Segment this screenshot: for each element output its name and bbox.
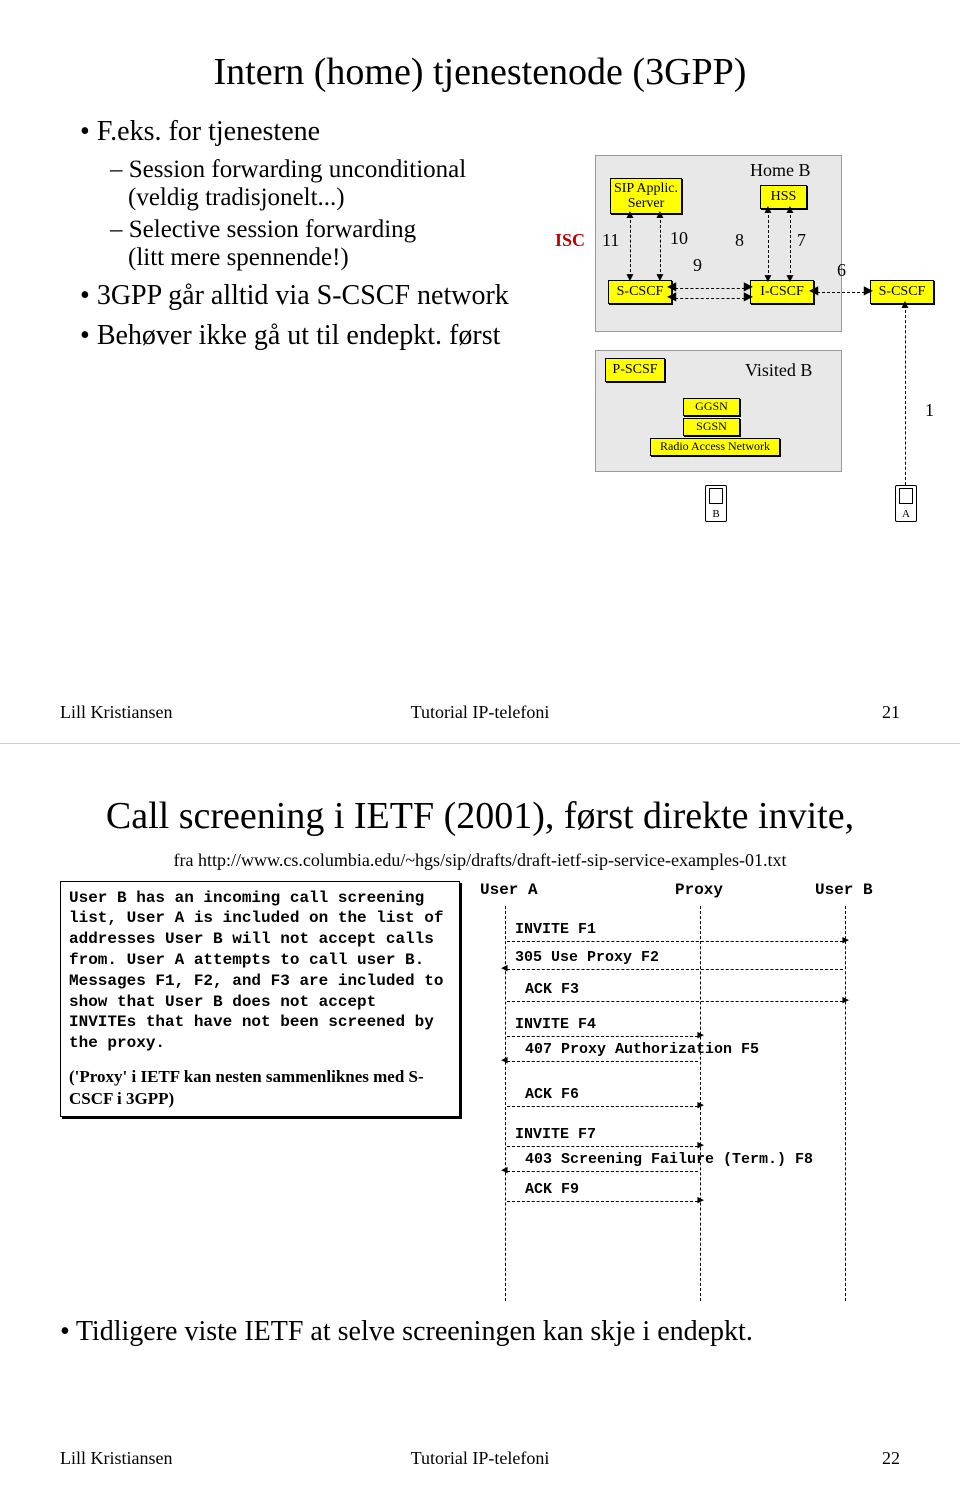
slide-2: Call screening i IETF (2001), først dire… [0,744,960,1489]
slide1-bullets: F.eks. for tjenestene Session forwarding… [80,116,560,352]
lifeline-b [845,906,846,1301]
slide1-footer: Lill Kristiansen Tutorial IP-telefoni 21 [60,702,900,723]
arrow [507,1171,698,1172]
arrow [675,288,745,289]
ran-box: Radio Access Network [650,438,780,456]
note-text: ('Proxy' i IETF kan nesten sammenliknes … [69,1066,451,1110]
sequence-diagram: User A Proxy User B INVITE F1 305 Use Pr… [475,881,900,1301]
slide1-diagram: ISC Home B Visited B SIP Applic. Server … [535,140,935,570]
slide2-subtitle: fra http://www.cs.columbia.edu/~hgs/sip/… [60,850,900,871]
num-10: 10 [670,228,688,249]
sgsn-box: SGSN [683,418,740,436]
sub-bullet: Selective session forwarding(litt mere s… [110,216,560,272]
arrow [507,1061,698,1062]
sub-bullet: Session forwarding unconditional(veldig … [110,156,560,212]
phone-a-icon: A [895,485,917,522]
visited-b-label: Visited B [745,360,812,381]
num-1: 1 [925,400,934,421]
num-7: 7 [797,230,806,251]
isc-label: ISC [555,230,585,251]
arrow [507,1001,843,1002]
arrow [675,298,745,299]
seq-user-a: User A [480,881,538,899]
p-scsf-box: P-SCSF [605,358,665,382]
arrow [790,210,791,278]
arrow [507,1106,698,1107]
slide2-footer: Lill Kristiansen Tutorial IP-telefoni 22 [60,1448,900,1469]
bullet: F.eks. for tjenestene [80,116,560,148]
sip-applic-server-box: SIP Applic. Server [610,178,682,214]
slide2-textbox: User B has an incoming call screening li… [60,881,460,1301]
arrow [507,1036,698,1037]
slide2-body: User B has an incoming call screening li… [60,881,900,1301]
msg-ack-f9: ACK F9 [525,1181,579,1198]
arrow [507,1201,698,1202]
arrow [507,941,843,942]
msg-305-f2: 305 Use Proxy F2 [515,949,659,966]
msg-ack-f6: ACK F6 [525,1086,579,1103]
msg-invite-f7: INVITE F7 [515,1126,596,1143]
bullet: Behøver ikke gå ut til endepkt. først [80,320,560,352]
arrow [817,292,865,293]
arrow [768,210,769,278]
slide-1: Intern (home) tjenestenode (3GPP) F.eks.… [0,0,960,744]
msg-invite-f1: INVITE F1 [515,921,596,938]
i-cscf-box: I-CSCF [750,280,814,304]
slide2-title: Call screening i IETF (2001), først dire… [60,794,900,840]
footer-center: Tutorial IP-telefoni [60,702,900,723]
arrow [660,215,661,277]
msg-ack-f3: ACK F3 [525,981,579,998]
seq-proxy: Proxy [675,881,723,899]
num-9: 9 [693,255,702,276]
slide2-conclusion: Tidligere viste IETF at selve screeninge… [60,1316,900,1348]
home-b-label: Home B [750,160,811,181]
msg-407-f5: 407 Proxy Authorization F5 [525,1041,759,1058]
num-11: 11 [602,230,619,251]
arrow [507,1146,698,1147]
num-6: 6 [837,260,846,281]
arrow [630,215,631,277]
arrow [905,305,906,490]
footer-center: Tutorial IP-telefoni [60,1448,900,1469]
description-text: User B has an incoming call screening li… [69,888,451,1054]
msg-403-f8: 403 Screening Failure (Term.) F8 [525,1151,813,1168]
arrow [507,969,843,970]
msg-invite-f4: INVITE F4 [515,1016,596,1033]
bullet: 3GPP går alltid via S-CSCF network [80,280,560,312]
slide1-title: Intern (home) tjenestenode (3GPP) [60,50,900,96]
phone-b-icon: B [705,485,727,522]
num-8: 8 [735,230,744,251]
seq-user-b: User B [815,881,873,899]
ggsn-box: GGSN [683,398,740,416]
